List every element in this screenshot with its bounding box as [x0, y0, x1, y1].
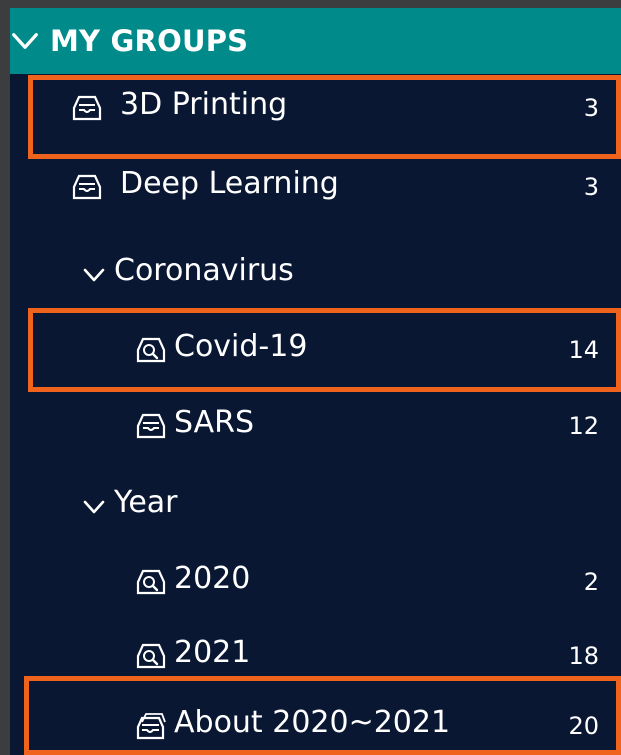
group-count: 18	[568, 642, 599, 670]
group-item-2020[interactable]: 2020 2	[10, 548, 621, 620]
group-folder-coronavirus[interactable]: Coronavirus	[10, 240, 621, 312]
group-item-about-2020-2021[interactable]: About 2020~2021 20	[10, 692, 621, 755]
group-label: 2020	[174, 561, 251, 596]
group-label: Deep Learning	[120, 166, 339, 201]
tray-icon	[72, 174, 102, 200]
group-label: SARS	[174, 405, 255, 440]
group-count: 20	[568, 712, 599, 740]
group-label: Covid-19	[174, 329, 308, 364]
stacked-tray-icon	[136, 713, 166, 740]
my-groups-header[interactable]: MY GROUPS	[10, 8, 621, 74]
group-label: 3D Printing	[120, 87, 288, 122]
groups-panel: MY GROUPS 3D Printing 3 Deep Learning 3	[10, 8, 621, 755]
search-tray-icon	[136, 337, 166, 363]
group-item-2021[interactable]: 2021 18	[10, 622, 621, 694]
group-label: About 2020~2021	[174, 705, 451, 740]
group-item-deep-learning[interactable]: Deep Learning 3	[10, 153, 621, 225]
group-count: 2	[583, 568, 599, 596]
group-count: 14	[568, 336, 599, 364]
search-tray-icon	[136, 569, 166, 595]
group-item-covid-19[interactable]: Covid-19 14	[10, 316, 621, 388]
group-count: 3	[583, 173, 599, 201]
search-tray-icon	[136, 643, 166, 669]
tray-icon	[72, 95, 102, 121]
group-count: 3	[583, 94, 599, 122]
group-item-3d-printing[interactable]: 3D Printing 3	[10, 74, 621, 146]
chevron-down-icon	[12, 33, 38, 49]
tray-icon	[136, 413, 166, 439]
app-window: MY GROUPS 3D Printing 3 Deep Learning 3	[0, 0, 621, 755]
chevron-down-icon	[83, 500, 105, 514]
group-folder-year[interactable]: Year	[10, 472, 621, 544]
chevron-down-icon	[83, 268, 105, 282]
my-groups-title: MY GROUPS	[50, 24, 249, 58]
group-item-sars[interactable]: SARS 12	[10, 392, 621, 464]
group-label: 2021	[174, 635, 251, 670]
group-folder-label: Coronavirus	[114, 253, 294, 288]
group-folder-label: Year	[114, 485, 178, 520]
group-count: 12	[568, 412, 599, 440]
